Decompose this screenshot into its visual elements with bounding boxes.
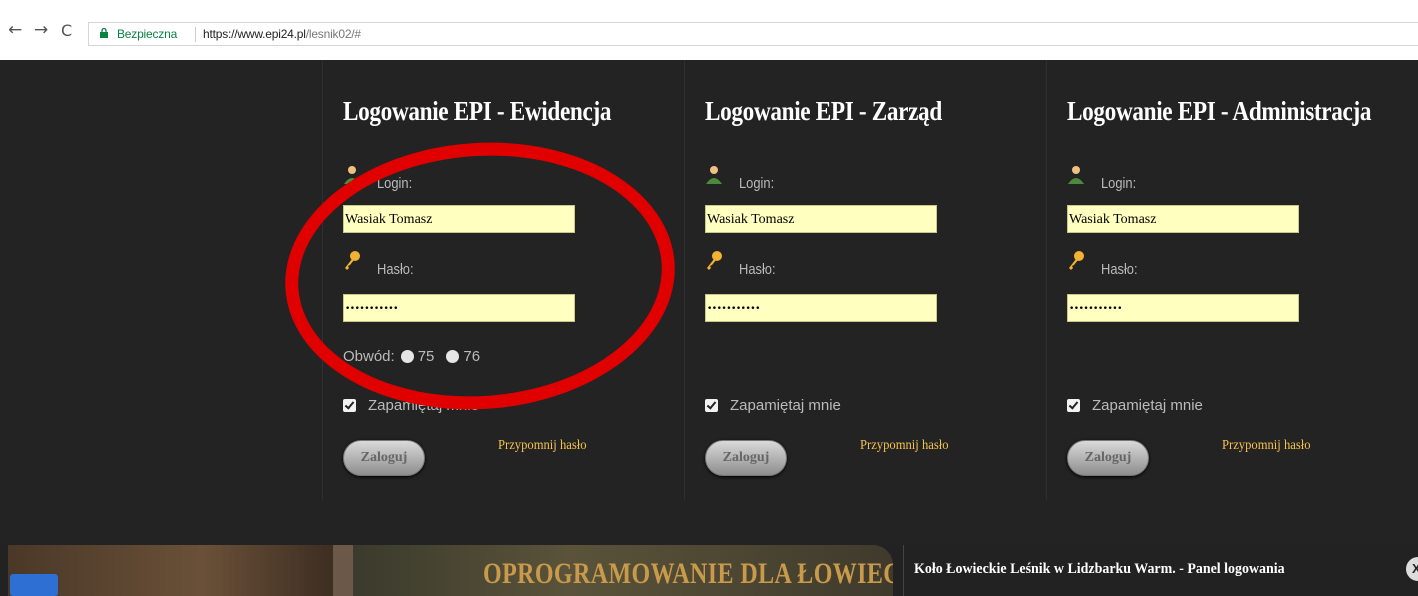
address-bar[interactable]: Bezpieczna https://www.epi24.pl/lesnik02… [88,22,1418,46]
url-path: /lesnik02/# [305,27,361,41]
key-icon [1069,251,1084,270]
lock-icon [100,28,108,38]
user-icon [706,166,722,184]
url-text[interactable]: https://www.epi24.pl/lesnik02/# [203,27,361,41]
panel-title: Logowanie EPI - Administracja [1067,96,1372,126]
browser-toolbar: ← → C Bezpieczna https://www.epi24.pl/le… [0,0,1418,60]
login-column-administracja: Logowanie EPI - Administracja Login: Was… [1046,60,1408,500]
checkbox-icon[interactable] [343,399,356,412]
login-input[interactable]: Wasiak Tomasz [1067,205,1299,233]
remind-password-link[interactable]: Przypomnij hasło [860,438,949,454]
remind-password-link[interactable]: Przypomnij hasło [1222,438,1311,454]
remember-me[interactable]: Zapamiętaj mnie [343,397,479,414]
remember-label: Zapamiętaj mnie [730,397,841,414]
login-column-ewidencja: Logowanie EPI - Ewidencja Login: Wasiak … [322,60,684,500]
panel-title: Logowanie EPI - Ewidencja [343,96,612,126]
back-arrow-icon[interactable]: ← [8,20,22,40]
banner-image: OPROGRAMOWANIE DLA ŁOWIECTW [353,545,893,596]
checkbox-icon[interactable] [705,399,718,412]
header-photo-edge [333,545,353,596]
login-input[interactable]: Wasiak Tomasz [343,205,575,233]
url-domain: https://www.epi24.pl [203,27,306,41]
user-icon [1068,166,1084,184]
close-icon[interactable]: X [1406,557,1418,581]
key-icon [345,251,360,270]
radio-icon[interactable] [446,350,460,363]
password-input[interactable]: ••••••••••• [343,294,575,322]
password-input[interactable]: ••••••••••• [705,294,937,322]
password-label: Hasło: [1101,261,1138,278]
login-label: Login: [377,175,413,192]
login-label: Login: [1101,175,1137,192]
header-divider [903,545,904,596]
district-label: Obwód: [343,348,395,365]
remember-me[interactable]: Zapamiętaj mnie [1067,397,1203,414]
login-button[interactable]: Zaloguj [705,440,787,476]
login-input[interactable]: Wasiak Tomasz [705,205,937,233]
remember-label: Zapamiętaj mnie [368,397,479,414]
password-label: Hasło: [377,261,414,278]
panel-title: Logowanie EPI - Zarząd [705,96,942,126]
login-button[interactable]: Zaloguj [343,440,425,476]
secure-label: Bezpieczna [117,27,178,41]
forward-arrow-icon[interactable]: → [34,20,48,40]
radio-icon[interactable] [400,350,414,363]
checkbox-icon[interactable] [1067,399,1080,412]
password-input[interactable]: ••••••••••• [1067,294,1299,322]
key-icon [707,251,722,270]
remember-label: Zapamiętaj mnie [1092,397,1203,414]
reload-icon[interactable]: C [61,21,72,40]
banner-text: OPROGRAMOWANIE DLA ŁOWIECTW [483,557,893,590]
header-blue-element [10,574,58,596]
login-column-zarzad: Logowanie EPI - Zarząd Login: Wasiak Tom… [684,60,1046,500]
site-title: Koło Łowieckie Leśnik w Lidzbarku Warm. … [914,561,1285,577]
omnibox-separator [195,27,196,42]
district-selector: Obwód: 75 76 [343,348,480,365]
page-header-strip: OPROGRAMOWANIE DLA ŁOWIECTW Koło Łowieck… [0,545,1418,596]
login-label: Login: [739,175,775,192]
remind-password-link[interactable]: Przypomnij hasło [498,438,587,454]
district-option-76[interactable]: 76 [463,348,480,365]
district-option-75[interactable]: 75 [418,348,435,365]
login-panels: Logowanie EPI - Ewidencja Login: Wasiak … [0,60,1418,545]
login-button[interactable]: Zaloguj [1067,440,1149,476]
password-label: Hasło: [739,261,776,278]
user-icon [344,166,360,184]
remember-me[interactable]: Zapamiętaj mnie [705,397,841,414]
header-photo [8,545,333,596]
